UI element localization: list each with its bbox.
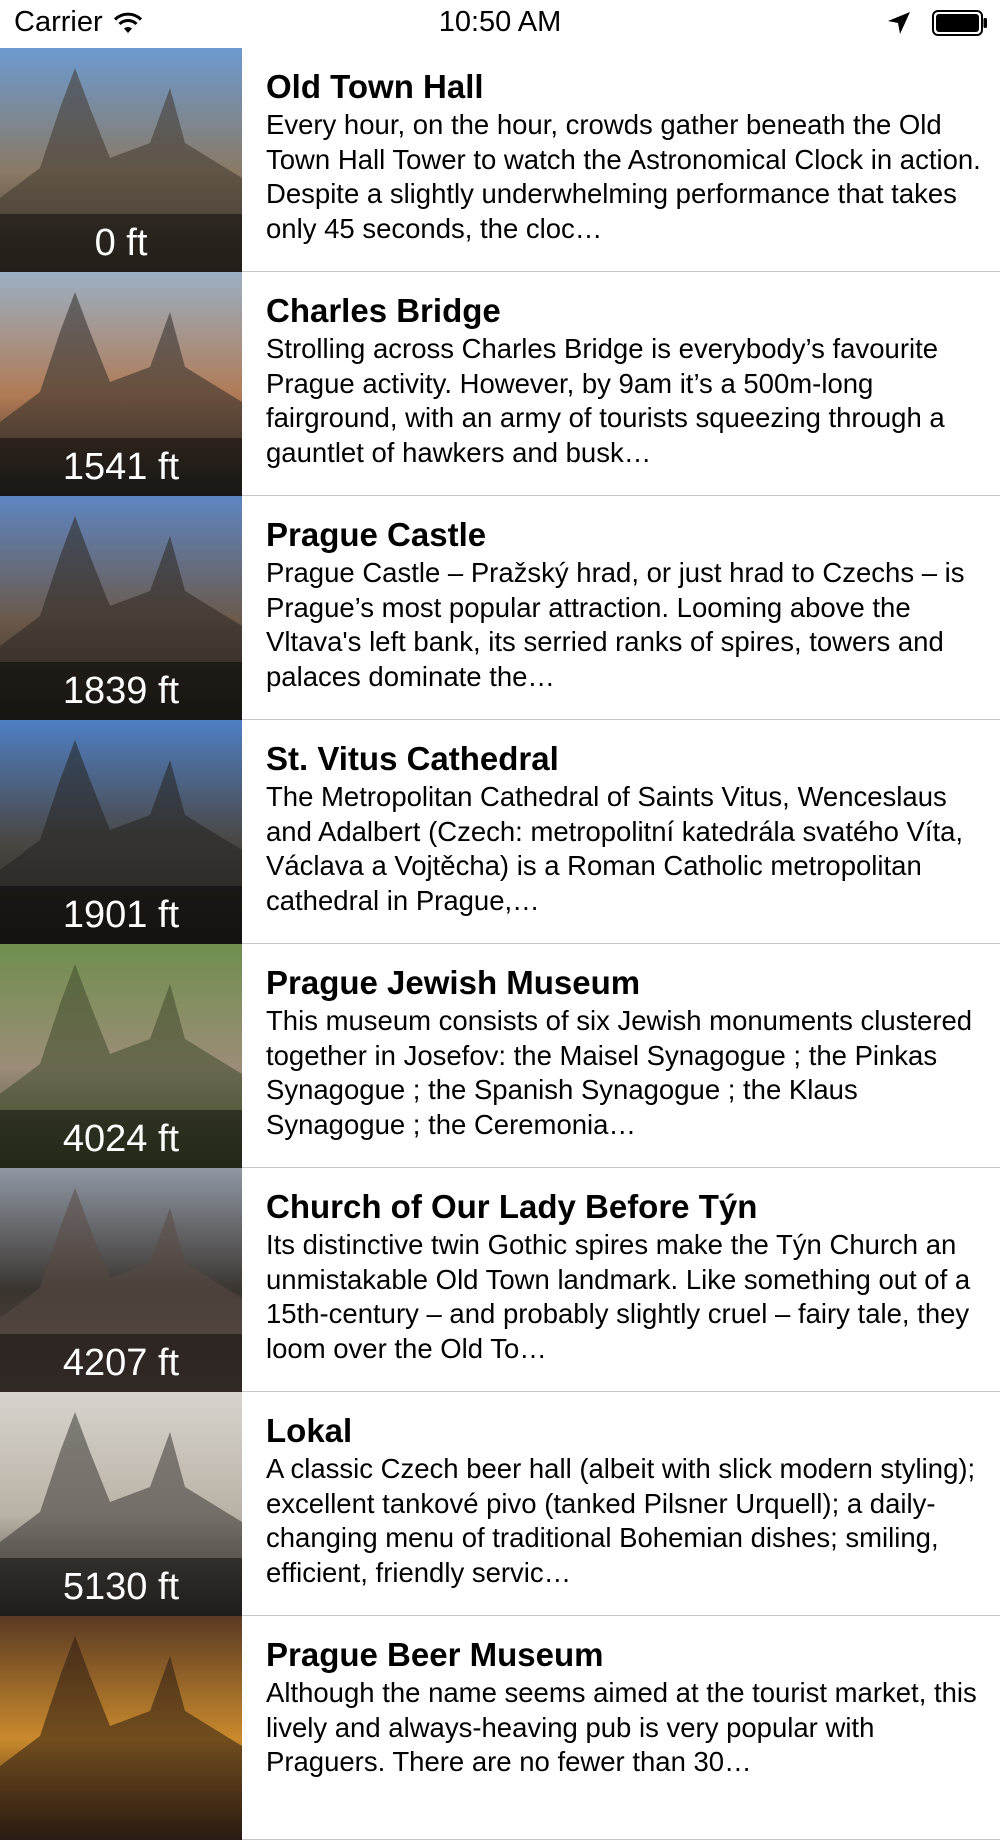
place-thumbnail: 5130 ft (0, 1392, 242, 1616)
place-row[interactable]: Prague Beer Museum Although the name seem… (0, 1616, 1000, 1840)
place-thumbnail: 1901 ft (0, 720, 242, 944)
place-text: Charles Bridge Strolling across Charles B… (266, 292, 986, 470)
place-photo (0, 1616, 242, 1840)
status-right (886, 10, 988, 36)
distance-label: 4024 ft (0, 1110, 242, 1168)
place-description: Every hour, on the hour, crowds gather b… (266, 109, 981, 244)
place-description: This museum consists of six Jewish monum… (266, 1005, 973, 1140)
place-thumbnail: 1839 ft (0, 496, 242, 720)
place-row[interactable]: 1901 ft St. Vitus Cathedral The Metropolit… (0, 720, 1000, 944)
place-text: Old Town Hall Every hour, on the hour, cr… (266, 68, 986, 246)
place-title: Lokal (266, 1412, 353, 1449)
distance-label: 1541 ft (0, 438, 242, 496)
distance-label: 0 ft (0, 214, 242, 272)
place-description: Its distinctive twin Gothic spires make … (266, 1229, 971, 1364)
place-thumbnail: 4207 ft (0, 1168, 242, 1392)
place-row[interactable]: 1541 ft Charles Bridge Strolling across Ch… (0, 272, 1000, 496)
battery-icon (932, 10, 987, 36)
place-description: Although the name seems aimed at the tou… (266, 1677, 977, 1777)
location-arrow-icon (888, 12, 910, 34)
place-title: Old Town Hall (266, 68, 484, 105)
place-text: Church of Our Lady Before Týn Its distinc… (266, 1188, 986, 1366)
status-time: 10:50 AM (438, 6, 562, 38)
place-title: Church of Our Lady Before Týn (266, 1188, 758, 1225)
distance-label: 4207 ft (0, 1334, 242, 1392)
places-list: 0 ft Old Town Hall Every hour, on the hour… (0, 48, 1000, 1840)
place-description: Prague Castle – Pražský hrad, or just hr… (266, 557, 965, 692)
distance-label: 1839 ft (0, 662, 242, 720)
place-row[interactable]: 5130 ft Lokal A classic Czech beer hall (a… (0, 1392, 1000, 1616)
place-description: The Metropolitan Cathedral of Saints Vit… (266, 781, 964, 916)
place-text: St. Vitus Cathedral The Metropolitan Cath… (266, 740, 986, 918)
place-title: Prague Jewish Museum (266, 964, 641, 1001)
place-text: Prague Jewish Museum This museum consists… (266, 964, 986, 1142)
place-text: Lokal A classic Czech beer hall (albeit w… (266, 1412, 986, 1590)
place-title: St. Vitus Cathedral (266, 740, 559, 777)
place-title: Prague Beer Museum (266, 1636, 604, 1673)
place-thumbnail: 4024 ft (0, 944, 242, 1168)
place-row[interactable]: 4024 ft Prague Jewish Museum This museum c… (0, 944, 1000, 1168)
place-thumbnail (0, 1616, 242, 1840)
place-row[interactable]: 1839 ft Prague Castle Prague Castle – Praž… (0, 496, 1000, 720)
place-text: Prague Beer Museum Although the name seem… (266, 1636, 986, 1780)
place-title: Prague Castle (266, 516, 487, 553)
place-text: Prague Castle Prague Castle – Pražský hra… (266, 516, 986, 694)
distance-label: 1901 ft (0, 886, 242, 944)
distance-label: 5130 ft (0, 1558, 242, 1616)
place-row[interactable]: 4207 ft Church of Our Lady Before Týn Its … (0, 1168, 1000, 1392)
status-bar: Carrier 10:50 AM (0, 0, 1000, 48)
place-description: A classic Czech beer hall (albeit with s… (266, 1453, 976, 1588)
place-thumbnail: 0 ft (0, 48, 242, 272)
place-thumbnail: 1541 ft (0, 272, 242, 496)
place-row[interactable]: 0 ft Old Town Hall Every hour, on the hour… (0, 48, 1000, 272)
place-title: Charles Bridge (266, 292, 501, 329)
place-description: Strolling across Charles Bridge is every… (266, 333, 945, 468)
